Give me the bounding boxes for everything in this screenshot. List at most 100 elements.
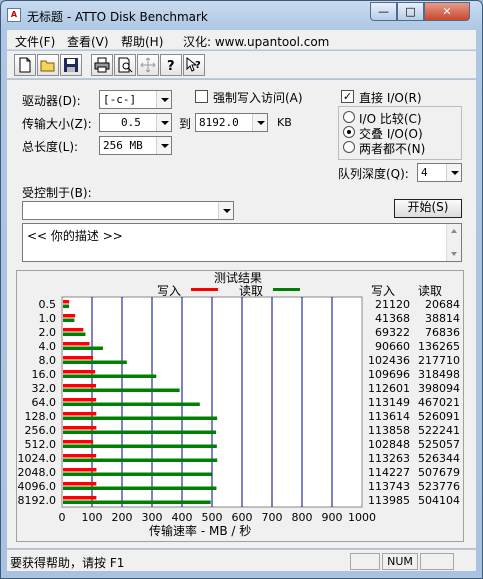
overlapped-io-radio[interactable] — [343, 126, 355, 138]
context-help-button[interactable]: ? — [183, 54, 205, 76]
write-bar — [63, 454, 97, 458]
transfer-size-label: 2048.0 — [18, 466, 57, 479]
print-button[interactable] — [91, 54, 113, 76]
read-value: 20684 — [425, 298, 460, 311]
drive-select[interactable]: [-c-] — [99, 90, 172, 109]
read-bar — [63, 458, 218, 462]
scroll-up-icon[interactable] — [447, 224, 461, 238]
x-tick-label: 700 — [262, 511, 283, 524]
write-bar — [63, 482, 97, 486]
write-value: 90660 — [375, 340, 410, 353]
write-bar — [63, 370, 96, 374]
write-bar — [63, 300, 70, 304]
menu-help[interactable]: 帮助(H) — [121, 33, 163, 50]
description-text: << 你的描述 >> — [27, 229, 123, 243]
total-length-label: 总长度(L): — [22, 140, 79, 154]
read-value: 526091 — [418, 410, 460, 423]
chevron-down-icon[interactable] — [156, 91, 171, 108]
write-bar — [63, 384, 96, 388]
read-value: 76836 — [425, 326, 460, 339]
write-bar — [63, 496, 97, 500]
transfer-size-label: 128.0 — [25, 410, 57, 423]
transfer-size-label: 传输大小(Z): — [22, 117, 92, 131]
direct-io-label: 直接 I/O(R) — [359, 91, 422, 105]
scroll-down-icon[interactable] — [447, 247, 461, 261]
start-button-label: 开始(S) — [407, 200, 449, 214]
read-bar — [63, 388, 180, 392]
chevron-down-icon[interactable] — [218, 202, 233, 219]
x-axis-label: 传输速率 - MB / 秒 — [149, 524, 252, 538]
open-folder-icon — [40, 60, 55, 72]
read-value: 525057 — [418, 438, 460, 451]
new-file-icon — [19, 57, 31, 73]
close-button[interactable]: ✕ — [424, 2, 470, 21]
chevron-down-icon[interactable] — [156, 137, 171, 154]
help-icon: ? — [167, 59, 175, 73]
menu-file[interactable]: 文件(F) — [15, 33, 55, 50]
read-value: 318498 — [418, 368, 460, 381]
read-bar — [63, 374, 157, 378]
transfer-size-label: 256.0 — [25, 424, 57, 437]
help-button[interactable]: ? — [160, 54, 182, 76]
read-value: 467021 — [418, 396, 460, 409]
read-bar — [63, 304, 70, 308]
menu-localization[interactable]: 汉化: www.upantool.com — [183, 33, 329, 50]
write-value: 69322 — [375, 326, 410, 339]
read-value: 504104 — [418, 494, 460, 507]
print-preview-button[interactable] — [114, 54, 136, 76]
chevron-down-icon[interactable] — [252, 114, 267, 131]
read-bar — [63, 444, 217, 448]
queue-depth-select[interactable]: 4 — [417, 163, 462, 182]
move-button[interactable] — [137, 54, 159, 76]
maximize-button[interactable]: □ — [397, 2, 424, 21]
save-button[interactable] — [60, 54, 82, 76]
description-box[interactable]: << 你的描述 >> — [22, 223, 462, 262]
write-bar — [63, 356, 93, 360]
title-bar[interactable]: A 无标题 - ATTO Disk Benchmark — □ ✕ — [1, 1, 482, 29]
start-button[interactable]: 开始(S) — [394, 199, 462, 218]
write-bar — [63, 440, 94, 444]
read-value: 217710 — [418, 354, 460, 367]
read-bar — [63, 486, 217, 490]
read-bar — [63, 318, 75, 322]
read-bar — [63, 332, 86, 336]
read-bar — [63, 500, 211, 504]
write-bar — [63, 412, 97, 416]
menu-view[interactable]: 查看(V) — [67, 33, 109, 50]
write-value: 41368 — [375, 312, 410, 325]
total-length-select[interactable]: 256 MB — [99, 136, 172, 155]
read-bar — [63, 402, 200, 406]
transfer-from-select[interactable]: 0.5 — [99, 113, 172, 132]
open-button[interactable] — [37, 54, 59, 76]
status-pane-3 — [420, 553, 454, 570]
write-bar — [63, 468, 97, 472]
print-preview-icon — [118, 57, 133, 73]
force-write-label: 强制写入访问(A) — [213, 91, 303, 105]
read-value: 522241 — [418, 424, 460, 437]
transfer-size-label: 1024.0 — [18, 452, 57, 465]
transfer-rate-chart: 0.51.02.04.08.016.032.064.0128.0256.0512… — [18, 296, 460, 524]
write-value: 113614 — [368, 410, 410, 423]
force-write-checkbox[interactable] — [195, 90, 208, 103]
neither-radio[interactable] — [343, 141, 355, 153]
chevron-down-icon[interactable] — [446, 164, 461, 181]
queue-depth-label: 队列深度(Q): — [338, 167, 409, 181]
io-compare-radio[interactable] — [343, 111, 355, 123]
write-value: 113985 — [368, 494, 410, 507]
svg-text:?: ? — [167, 59, 175, 73]
read-value: 398094 — [418, 382, 460, 395]
new-file-button[interactable] — [14, 54, 36, 76]
minimize-button[interactable]: — — [370, 2, 397, 21]
app-icon: A — [7, 8, 21, 22]
direct-io-checkbox[interactable]: ✓ — [341, 90, 354, 103]
x-tick-label: 900 — [322, 511, 343, 524]
transfer-to-select[interactable]: 8192.0 — [195, 113, 268, 132]
controlled-by-select[interactable] — [22, 201, 234, 220]
client-area: 驱动器(D): [-c-] 强制写入访问(A) ✓ 直接 I/O(R) I/O … — [7, 80, 476, 548]
results-panel: 测试结果 写入 读取 写入 读取 0.5 1.0 2.0 4.0 8.0 16.0 32.0… — [16, 270, 464, 542]
total-length-value: 256 MB — [103, 139, 143, 152]
write-bar — [63, 314, 76, 318]
description-scrollbar[interactable] — [446, 224, 461, 261]
chevron-down-icon[interactable] — [156, 114, 171, 131]
read-bar — [63, 472, 212, 476]
